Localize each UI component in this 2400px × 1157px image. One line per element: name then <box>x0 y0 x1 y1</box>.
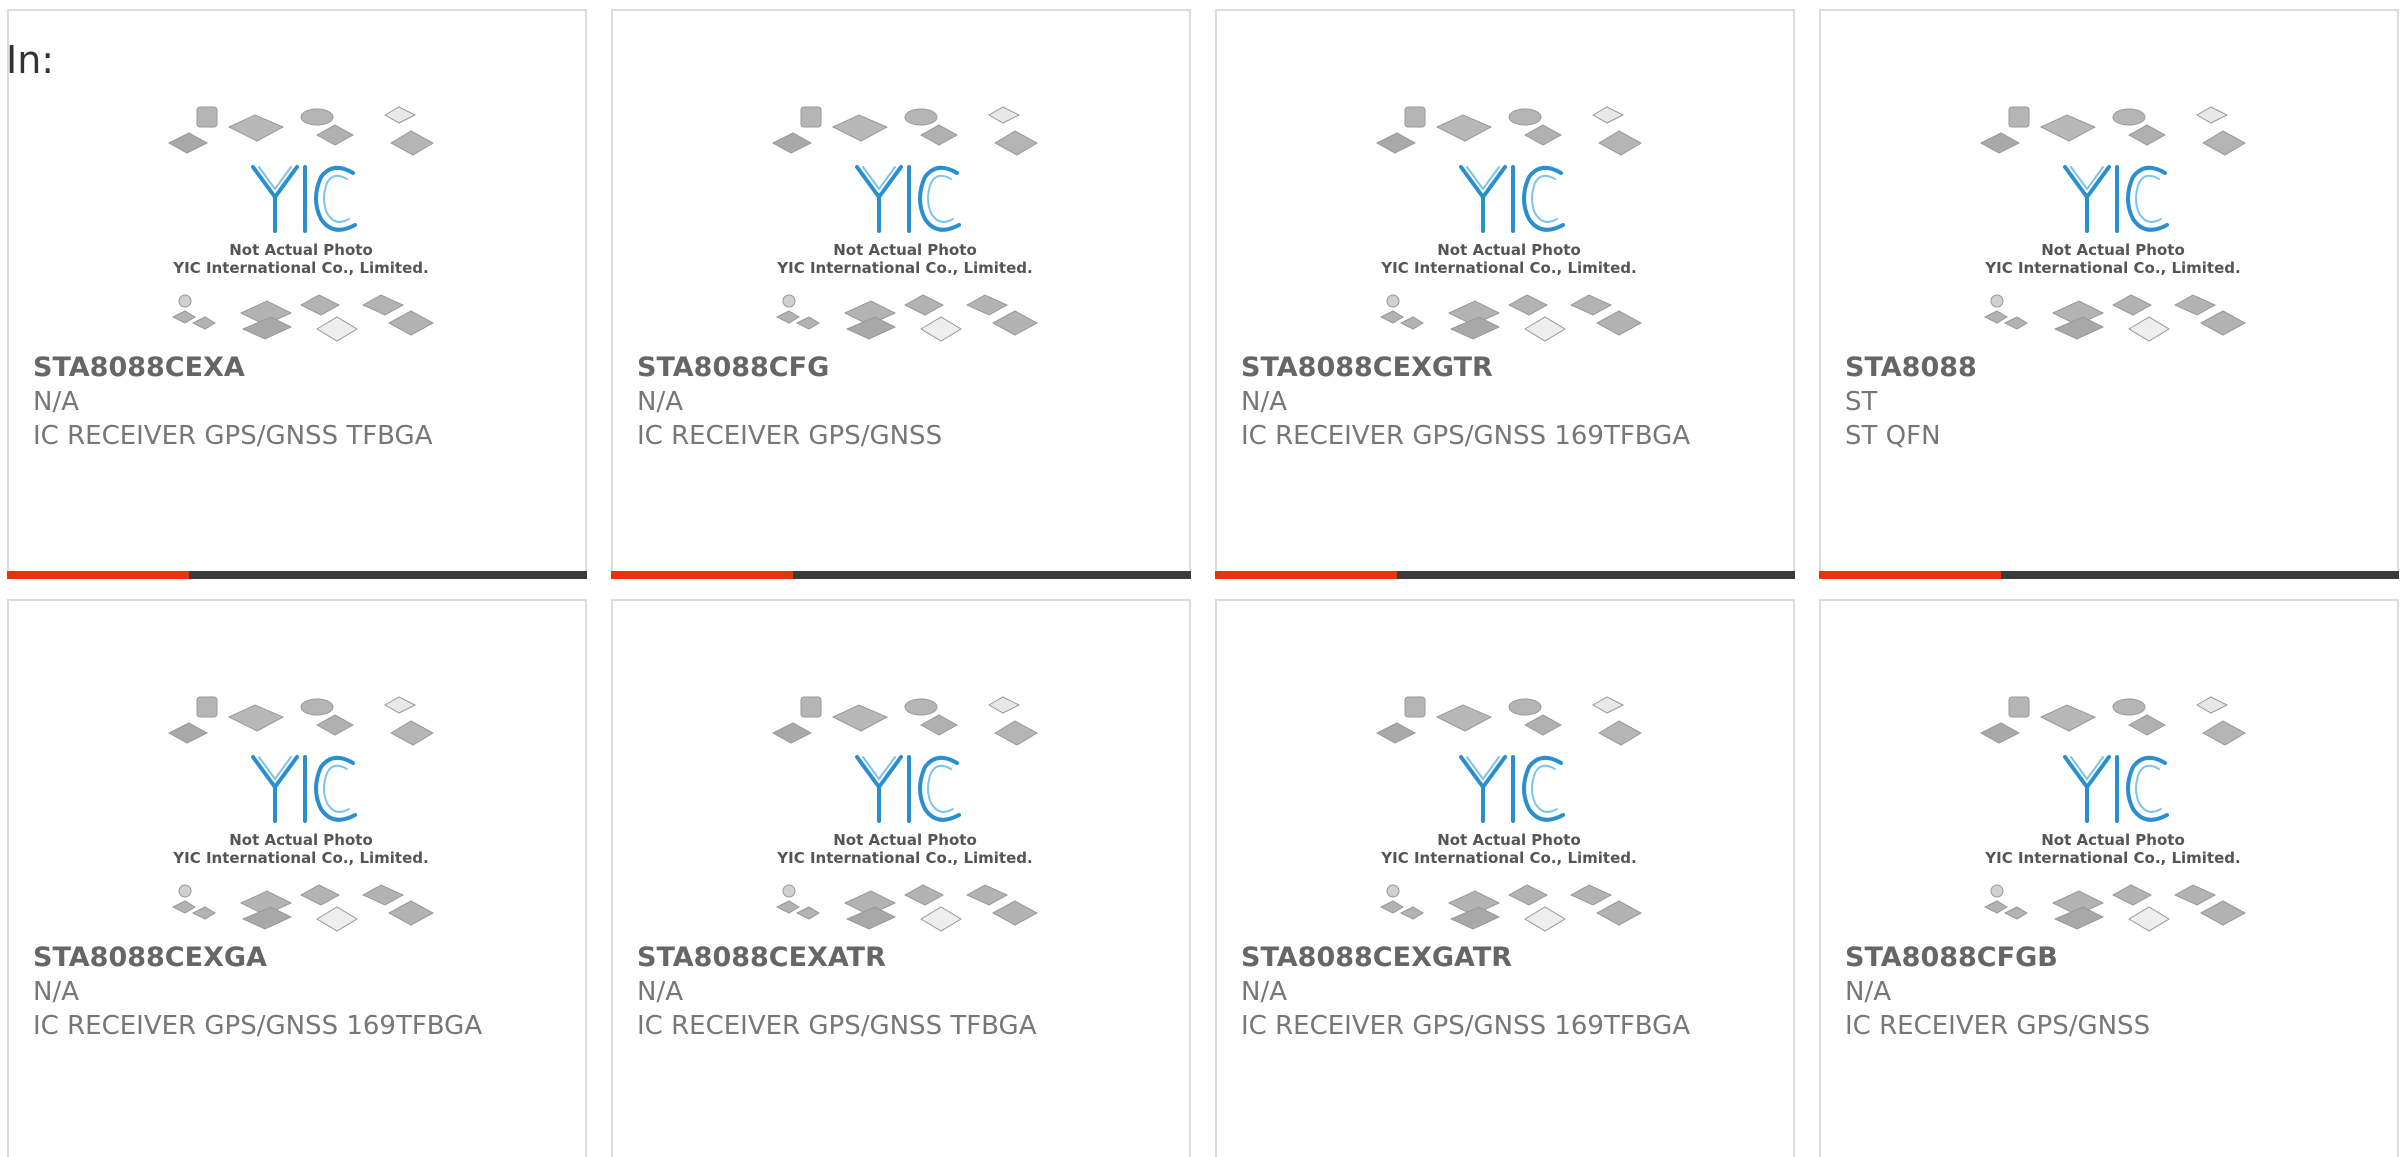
manufacturer: N/A <box>33 387 79 417</box>
placeholder-photo: Not Actual Photo YIC International Co., … <box>1375 696 1643 932</box>
description: ST QFN <box>1845 421 1941 451</box>
part-number[interactable]: STA8088CEXA <box>33 351 565 385</box>
card-bottom-bar <box>611 571 1191 579</box>
product-info: STA8088CEXGA N/A IC RECEIVER GPS/GNSS 16… <box>33 941 565 1043</box>
yic-logo <box>251 755 357 823</box>
product-info: STA8088CFG N/A IC RECEIVER GPS/GNSS <box>637 351 1169 453</box>
product-grid: Not Actual Photo YIC International Co., … <box>7 9 2399 1157</box>
description: IC RECEIVER GPS/GNSS 169TFBGA <box>33 1011 483 1041</box>
chip-icons-top <box>167 106 435 156</box>
description: IC RECEIVER GPS/GNSS 169TFBGA <box>1241 1011 1691 1041</box>
placeholder-photo: Not Actual Photo YIC International Co., … <box>167 696 435 932</box>
placeholder-photo: Not Actual Photo YIC International Co., … <box>1979 696 2247 932</box>
placeholder-caption-2: YIC International Co., Limited. <box>776 259 1032 277</box>
placeholder-caption-1: Not Actual Photo <box>229 831 373 849</box>
placeholder-photo: Not Actual Photo YIC International Co., … <box>771 696 1039 932</box>
manufacturer: N/A <box>1241 977 1287 1007</box>
placeholder-photo: Not Actual Photo YIC International Co., … <box>1979 106 2247 342</box>
product-card[interactable]: Not Actual Photo YIC International Co., … <box>1819 9 2399 579</box>
placeholder-photo: Not Actual Photo YIC International Co., … <box>771 106 1039 342</box>
placeholder-caption-1: Not Actual Photo <box>2041 831 2185 849</box>
yic-logo <box>2063 755 2169 823</box>
placeholder-caption-2: YIC International Co., Limited. <box>1380 259 1636 277</box>
placeholder-caption-2: YIC International Co., Limited. <box>1984 259 2240 277</box>
chip-icons-top <box>1375 106 1643 156</box>
product-card[interactable]: Not Actual Photo YIC International Co., … <box>1215 9 1795 579</box>
yic-logo <box>855 165 961 233</box>
chip-icons-bottom <box>171 294 435 342</box>
chip-icons-bottom <box>1983 294 2247 342</box>
product-results-page: In: Not Actual Photo YIC International C… <box>0 0 2400 1157</box>
yic-logo <box>2063 165 2169 233</box>
placeholder-caption-1: Not Actual Photo <box>1437 241 1581 259</box>
chip-icons-bottom <box>775 884 1039 932</box>
product-info: STA8088CEXA N/A IC RECEIVER GPS/GNSS TFB… <box>33 351 565 453</box>
chip-icons-bottom <box>171 884 435 932</box>
description: IC RECEIVER GPS/GNSS 169TFBGA <box>1241 421 1691 451</box>
product-card[interactable]: Not Actual Photo YIC International Co., … <box>7 599 587 1157</box>
manufacturer: N/A <box>637 977 683 1007</box>
placeholder-caption-1: Not Actual Photo <box>833 831 977 849</box>
yic-logo <box>1459 165 1565 233</box>
manufacturer: N/A <box>637 387 683 417</box>
manufacturer: N/A <box>1845 977 1891 1007</box>
yic-logo <box>855 755 961 823</box>
product-info: STA8088CEXATR N/A IC RECEIVER GPS/GNSS T… <box>637 941 1169 1043</box>
product-info: STA8088CEXGATR N/A IC RECEIVER GPS/GNSS … <box>1241 941 1773 1043</box>
placeholder-caption-2: YIC International Co., Limited. <box>172 849 428 867</box>
yic-logo <box>251 165 357 233</box>
product-info: STA8088 ST ST QFN <box>1845 351 2377 453</box>
product-card[interactable]: Not Actual Photo YIC International Co., … <box>1819 599 2399 1157</box>
description: IC RECEIVER GPS/GNSS TFBGA <box>33 421 433 451</box>
placeholder-photo: Not Actual Photo YIC International Co., … <box>167 106 435 342</box>
part-number[interactable]: STA8088CEXGTR <box>1241 351 1773 385</box>
chip-icons-top <box>1979 696 2247 746</box>
product-card[interactable]: Not Actual Photo YIC International Co., … <box>611 599 1191 1157</box>
part-number[interactable]: STA8088CEXGA <box>33 941 565 975</box>
chip-icons-bottom <box>1379 884 1643 932</box>
card-accent-bar <box>1215 571 1397 579</box>
in-label: In: <box>6 38 55 82</box>
placeholder-caption-2: YIC International Co., Limited. <box>1984 849 2240 867</box>
description: IC RECEIVER GPS/GNSS <box>637 421 943 451</box>
part-number[interactable]: STA8088 <box>1845 351 2377 385</box>
chip-icons-top <box>1979 106 2247 156</box>
product-card[interactable]: Not Actual Photo YIC International Co., … <box>7 9 587 579</box>
description: IC RECEIVER GPS/GNSS TFBGA <box>637 1011 1037 1041</box>
card-bottom-bar <box>7 571 587 579</box>
part-number[interactable]: STA8088CEXATR <box>637 941 1169 975</box>
product-info: STA8088CFGB N/A IC RECEIVER GPS/GNSS <box>1845 941 2377 1043</box>
chip-icons-bottom <box>1983 884 2247 932</box>
product-card[interactable]: Not Actual Photo YIC International Co., … <box>611 9 1191 579</box>
part-number[interactable]: STA8088CFG <box>637 351 1169 385</box>
manufacturer: ST <box>1845 387 1878 417</box>
yic-logo <box>1459 755 1565 823</box>
card-accent-bar <box>7 571 189 579</box>
card-accent-bar <box>1819 571 2001 579</box>
chip-icons-top <box>771 106 1039 156</box>
chip-icons-top <box>167 696 435 746</box>
placeholder-caption-2: YIC International Co., Limited. <box>776 849 1032 867</box>
card-bottom-bar <box>1215 571 1795 579</box>
product-info: STA8088CEXGTR N/A IC RECEIVER GPS/GNSS 1… <box>1241 351 1773 453</box>
placeholder-caption-2: YIC International Co., Limited. <box>1380 849 1636 867</box>
card-bottom-bar <box>1819 571 2399 579</box>
placeholder-caption-1: Not Actual Photo <box>1437 831 1581 849</box>
card-accent-bar <box>611 571 793 579</box>
part-number[interactable]: STA8088CFGB <box>1845 941 2377 975</box>
description: IC RECEIVER GPS/GNSS <box>1845 1011 2151 1041</box>
chip-icons-top <box>771 696 1039 746</box>
product-card[interactable]: Not Actual Photo YIC International Co., … <box>1215 599 1795 1157</box>
chip-icons-top <box>1375 696 1643 746</box>
chip-icons-bottom <box>775 294 1039 342</box>
placeholder-caption-1: Not Actual Photo <box>833 241 977 259</box>
placeholder-caption-1: Not Actual Photo <box>229 241 373 259</box>
placeholder-caption-1: Not Actual Photo <box>2041 241 2185 259</box>
manufacturer: N/A <box>33 977 79 1007</box>
chip-icons-bottom <box>1379 294 1643 342</box>
placeholder-caption-2: YIC International Co., Limited. <box>172 259 428 277</box>
placeholder-photo: Not Actual Photo YIC International Co., … <box>1375 106 1643 342</box>
manufacturer: N/A <box>1241 387 1287 417</box>
part-number[interactable]: STA8088CEXGATR <box>1241 941 1773 975</box>
